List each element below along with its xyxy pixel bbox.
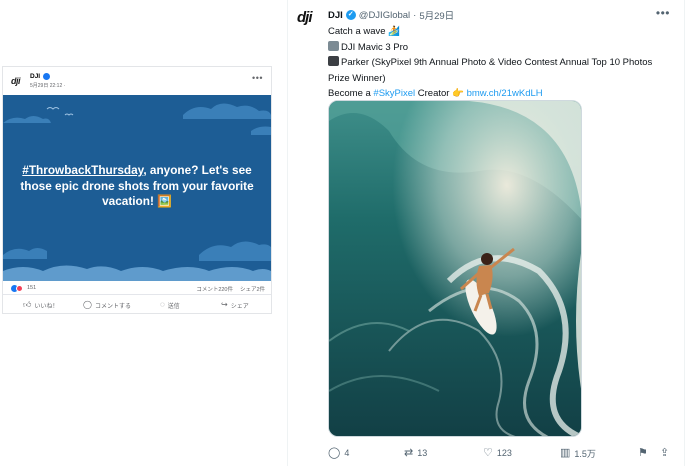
surfer-wave-photo xyxy=(329,101,581,436)
fb-action-bar: 👍︎ いいね！ ◯ コメントする ◌ 送信 ↪ シェア xyxy=(3,296,271,314)
x-post-date[interactable]: 5月29日 xyxy=(419,8,454,22)
x-repost-button[interactable]: ⇄ 13 xyxy=(404,445,427,461)
drone-emoji-icon xyxy=(328,40,339,51)
fb-image-caption: #ThrowbackThursday, anyone? Let's see th… xyxy=(15,163,259,210)
x-handle[interactable]: @DJIGlobal xyxy=(359,10,410,21)
verified-badge-icon: ✓ xyxy=(345,10,356,20)
x-bookmark-button[interactable]: ⚑ xyxy=(638,445,648,461)
fb-post-image[interactable]: #ThrowbackThursday, anyone? Let's see th… xyxy=(3,95,271,281)
thumbs-up-icon: 👍︎ xyxy=(23,300,32,309)
share-upload-icon: ⇪ xyxy=(660,446,670,459)
fb-page-name[interactable]: DJI xyxy=(30,73,40,80)
x-like-button[interactable]: ♡ 123 xyxy=(483,445,512,461)
fb-post-stats: 151 コメント220件 シェア2件 xyxy=(3,281,271,295)
share-arrow-icon: ↪ xyxy=(221,300,228,309)
x-repost-count: 13 xyxy=(417,448,428,458)
x-post-card: dji DJI ✓ @DJIGlobal · 5月29日 ••• Catch a… xyxy=(287,0,685,466)
more-dots-icon[interactable]: ••• xyxy=(252,73,263,83)
x-text-line-1: Catch a wave 🏄 xyxy=(328,26,401,37)
views-chart-icon: ▥ xyxy=(560,446,571,459)
x-photographer-credit: Parker (SkyPixel 9th Annual Photo & Vide… xyxy=(328,57,653,84)
x-like-count: 123 xyxy=(496,448,512,458)
fb-hashtag-link[interactable]: #ThrowbackThursday xyxy=(22,163,143,177)
x-cta-mid: Creator 👉 xyxy=(415,88,467,99)
x-reply-button[interactable]: ◯ 4 xyxy=(328,445,349,461)
repost-icon: ⇄ xyxy=(404,446,414,459)
x-text-line-3: Parker (SkyPixel 9th Annual Photo & Vide… xyxy=(328,55,673,86)
fb-post-header: dji DJI 5月29日 22:12 · ••• xyxy=(3,67,271,95)
fb-send-button[interactable]: ◌ 送信 xyxy=(160,299,180,311)
x-url-link[interactable]: bmw.ch/21wKdLH xyxy=(467,88,543,99)
x-post-photo[interactable] xyxy=(328,100,582,437)
fb-shares-count[interactable]: シェア2件 xyxy=(240,285,265,293)
fb-comment-label: コメントする xyxy=(94,303,131,310)
x-separator: · xyxy=(413,9,417,21)
x-post-header: DJI ✓ @DJIGlobal · 5月29日 xyxy=(328,8,454,23)
x-cta-prefix: Become a xyxy=(328,88,374,99)
fb-share-button[interactable]: ↪ シェア xyxy=(221,299,249,311)
fb-comment-button[interactable]: ◯ コメントする xyxy=(83,299,131,311)
fb-share-label: シェア xyxy=(230,303,249,310)
camera-emoji-icon xyxy=(328,56,339,66)
fb-like-label: いいね！ xyxy=(34,303,59,310)
reply-bubble-icon: ◯ xyxy=(328,446,341,459)
fb-comments-count[interactable]: コメント220件 xyxy=(196,285,233,293)
x-drone-model: DJI Mavic 3 Pro xyxy=(341,41,409,53)
x-view-count: 1.5万 xyxy=(574,448,596,459)
x-action-bar: ◯ 4 ⇄ 13 ♡ 123 ▥ 1.5万 ⚑ ⇪ xyxy=(328,445,673,461)
fb-reaction-count[interactable]: 151 xyxy=(27,285,36,291)
fb-page-avatar[interactable]: dji xyxy=(11,76,25,86)
x-post-text: Catch a wave 🏄 DJI Mavic 3 Pro Parker (S… xyxy=(328,24,673,102)
comment-bubble-icon: ◯ xyxy=(83,300,92,309)
x-share-button[interactable]: ⇪ xyxy=(660,445,669,461)
x-hashtag-link[interactable]: #SkyPixel xyxy=(373,88,415,99)
x-text-line-2: DJI Mavic 3 Pro xyxy=(328,40,673,56)
more-dots-icon[interactable]: ••• xyxy=(656,6,670,20)
heart-icon: ♡ xyxy=(483,446,493,459)
bookmark-icon: ⚑ xyxy=(638,446,648,459)
facebook-post-card: dji DJI 5月29日 22:12 · ••• #ThrowbackThur… xyxy=(2,66,272,314)
x-views-button[interactable]: ▥ 1.5万 xyxy=(560,445,596,461)
x-reply-count: 4 xyxy=(344,448,350,458)
x-avatar[interactable]: dji xyxy=(297,9,323,27)
fb-post-date[interactable]: 5月29日 22:12 · xyxy=(30,82,65,89)
verified-badge-icon xyxy=(43,73,50,80)
x-display-name[interactable]: DJI xyxy=(328,10,343,21)
messenger-icon: ◌ xyxy=(160,300,165,309)
fb-send-label: 送信 xyxy=(167,303,180,310)
fb-like-button[interactable]: 👍︎ いいね！ xyxy=(23,299,58,311)
love-reaction-icon xyxy=(16,285,23,292)
